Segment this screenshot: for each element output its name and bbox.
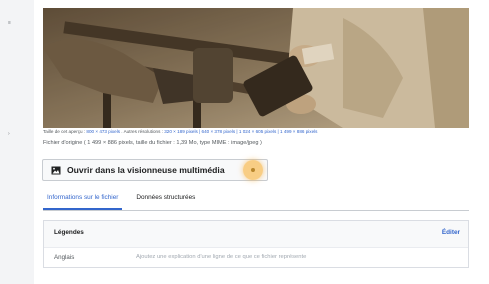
caption-row: Anglais Ajoutez une explication d'une li… bbox=[44, 247, 468, 267]
sepia-photo bbox=[43, 8, 469, 128]
left-rail: ≡ › bbox=[0, 0, 34, 284]
file-page: Taille de cet aperçu : 800 × 473 pixels … bbox=[34, 0, 489, 284]
image-icon bbox=[51, 166, 61, 174]
captions-heading: Légendes bbox=[54, 229, 84, 236]
captions-panel: Légendes Éditer Anglais Ajoutez une expl… bbox=[43, 220, 469, 268]
chevron-right-icon[interactable]: › bbox=[8, 131, 10, 137]
caption-input[interactable]: Ajoutez une explication d'une ligne de c… bbox=[136, 254, 306, 260]
preview-size-link[interactable]: 800 × 473 pixels bbox=[86, 129, 120, 134]
preview-sizes: Taille de cet aperçu : 800 × 473 pixels … bbox=[43, 129, 317, 134]
tab-file-information[interactable]: Informations sur le fichier bbox=[43, 190, 123, 210]
menu-icon[interactable]: ≡ bbox=[8, 20, 11, 26]
original-file-info[interactable]: Fichier d'origine ( 1 499 × 886 pixels, … bbox=[43, 140, 262, 146]
file-image[interactable] bbox=[43, 8, 469, 128]
mouse-cursor bbox=[251, 168, 255, 172]
file-tabs: Informations sur le fichier Données stru… bbox=[43, 190, 209, 210]
other-resolutions-links[interactable]: 320 × 189 pixels | 640 × 378 pixels | 1 … bbox=[164, 129, 317, 134]
tab-structured-data[interactable]: Données structurées bbox=[132, 190, 199, 210]
tabs-divider bbox=[43, 210, 469, 211]
caption-language: Anglais bbox=[54, 254, 75, 261]
open-media-viewer-label: Ouvrir dans la visionneuse multimédia bbox=[67, 165, 225, 175]
other-resolutions-label: . Autres résolutions : bbox=[121, 129, 163, 134]
edit-captions-link[interactable]: Éditer bbox=[442, 229, 460, 236]
preview-size-label: Taille de cet aperçu : bbox=[43, 129, 86, 134]
open-media-viewer-button[interactable]: Ouvrir dans la visionneuse multimédia bbox=[42, 159, 268, 181]
